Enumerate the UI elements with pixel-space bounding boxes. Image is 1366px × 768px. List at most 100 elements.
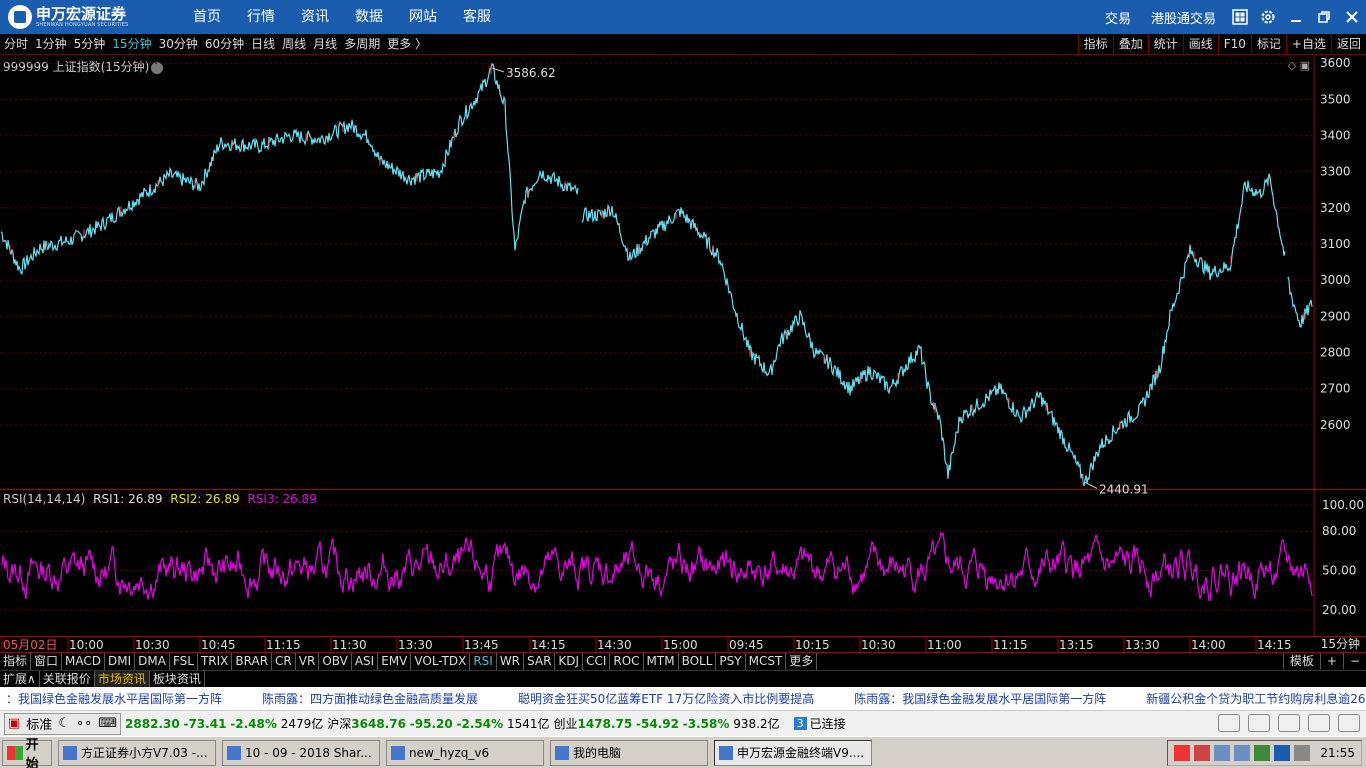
news-item[interactable]: 陈雨露：四方面推动绿色金融高质量发展	[256, 690, 512, 707]
bottom-tab[interactable]: 板块资讯	[150, 671, 205, 687]
task-app-icon	[391, 745, 405, 760]
price-tick-label: 2900	[1320, 309, 1351, 323]
indicator-control-button[interactable]: −	[1342, 653, 1366, 669]
indicator-tab[interactable]: 更多	[786, 653, 818, 670]
moon-icon[interactable]: ☾	[55, 716, 73, 731]
news-item[interactable]: ：我国绿色金融发展水平居国际第一方阵	[0, 690, 256, 707]
time-axis-period: 15分钟	[1320, 637, 1360, 651]
rsi-name: RSI(14,14,14)	[3, 492, 86, 506]
indicator-control-button[interactable]: +	[1319, 653, 1343, 669]
indicator-tab-controls: 模板 + −	[1282, 653, 1366, 669]
volume-icon[interactable]	[1294, 745, 1311, 761]
rsi3-value: RSI3: 26.89	[247, 492, 317, 506]
bottom-tab[interactable]: 扩展∧	[0, 671, 40, 687]
keyboard-icon[interactable]: ⌨	[95, 716, 120, 731]
task-label: 方正证券小方V7.03 -...	[81, 746, 208, 760]
cy-index-value: 1478.75	[577, 717, 633, 731]
indicator-tab[interactable]: EMV	[378, 653, 412, 670]
hs-index[interactable]: 沪深3648.76 -95.20 -2.54% 1541亿	[327, 715, 549, 732]
task-label: 10 - 09 - 2018 Shar...	[245, 745, 372, 760]
indicator-tab[interactable]: MACD	[62, 653, 106, 670]
broadcast-icon[interactable]	[1308, 714, 1330, 732]
windows-flag-icon	[7, 745, 23, 760]
rsi-tick-label: 80.00	[1322, 524, 1356, 538]
hs-index-amount: 1541亿	[506, 717, 550, 731]
tray-update-icon[interactable]	[1254, 745, 1271, 761]
taskbar-task[interactable]: 我的电脑	[550, 739, 708, 766]
rsi-line	[0, 531, 1313, 602]
system-tray: 21:55	[1167, 740, 1362, 766]
service-icon[interactable]	[1278, 714, 1300, 732]
speaker-icon[interactable]	[1218, 714, 1240, 732]
cy-index-pct: -3.58%	[682, 717, 730, 731]
indicator-tab[interactable]: CCI	[583, 653, 611, 670]
sh-index[interactable]: 2882.30 -73.41 -2.48% 2479亿	[125, 715, 323, 732]
cy-index[interactable]: 创业1478.75 -54.92 -3.58% 938.2亿	[554, 715, 780, 732]
indicator-tab[interactable]: VOL-TDX	[411, 653, 471, 670]
low-price-label: 2440.91	[1099, 482, 1149, 496]
price-tick-label: 3200	[1320, 201, 1351, 215]
indicator-tab[interactable]: MCST	[746, 653, 787, 670]
bluetooth-icon[interactable]	[1274, 745, 1291, 761]
indicator-tab[interactable]: 窗口	[31, 653, 63, 670]
hs-index-label: 沪深	[327, 717, 352, 731]
indicator-tab[interactable]: PSY	[716, 653, 746, 670]
bottom-tabs: 扩展∧ 关联报价 市场资讯 板块资讯	[0, 670, 1366, 687]
indicator-tab[interactable]: FSL	[170, 653, 198, 670]
keyboard-icon[interactable]	[1248, 714, 1270, 732]
sh-index-pct: -2.48%	[230, 717, 277, 731]
taskbar-task[interactable]: new_hyzq_v6	[386, 739, 544, 766]
indicator-tab[interactable]: ROC	[610, 653, 644, 670]
task-label: 申万宏源金融终端V9....	[737, 746, 865, 760]
indicator-tab[interactable]: VR	[296, 653, 320, 670]
indicator-tab[interactable]: KDJ	[555, 653, 584, 670]
task-list: 方正证券小方V7.03 -... 10 - 09 - 2018 Shar... ne…	[52, 739, 872, 766]
rsi1-value: RSI1: 26.89	[93, 492, 163, 506]
indicator-tab[interactable]: CR	[272, 653, 296, 670]
sh-index-change: -73.41	[183, 717, 227, 731]
tray-network-icon[interactable]	[1214, 745, 1231, 761]
indicator-tab[interactable]: SAR	[524, 653, 556, 670]
indicator-tab[interactable]: BRAR	[232, 653, 273, 670]
news-item[interactable]: 新疆公积金个贷为职工节约购房利息逾26亿	[1140, 690, 1366, 707]
indicator-tab[interactable]: MTM	[644, 653, 679, 670]
mode-switcher[interactable]: ▣ 标准 ☾ ∘∘ ⌨	[4, 712, 122, 735]
taskbar-task[interactable]: 申万宏源金融终端V9....	[714, 739, 872, 766]
cy-index-amount: 938.2亿	[733, 717, 780, 731]
indicator-tab[interactable]: WR	[497, 653, 525, 670]
indicator-tab[interactable]: DMI	[105, 653, 136, 670]
tray-app-icon[interactable]	[1174, 745, 1191, 761]
indicator-tab[interactable]: ASI	[352, 653, 379, 670]
indicator-tab[interactable]: TRIX	[198, 653, 233, 670]
price-tick-label: 3400	[1320, 129, 1351, 143]
rsi2-value: RSI2: 26.89	[170, 492, 240, 506]
task-label: new_hyzq_v6	[409, 745, 490, 760]
dots-icon[interactable]: ∘∘	[73, 716, 95, 731]
indicator-tab[interactable]: BOLL	[679, 653, 717, 670]
tray-security-icon[interactable]	[1234, 745, 1251, 761]
taskbar-task[interactable]: 10 - 09 - 2018 Shar...	[222, 739, 380, 766]
mode-icon: ▣	[8, 716, 21, 731]
bottom-tab[interactable]: 关联报价	[40, 671, 95, 687]
indicator-tab[interactable]: OBV	[319, 653, 352, 670]
indicator-tab[interactable]: DMA	[135, 653, 170, 670]
hs-index-pct: -2.54%	[456, 717, 504, 731]
hs-index-value: 3648.76	[351, 717, 406, 731]
connection-status[interactable]: 3 已连接	[793, 715, 846, 732]
price-tick-label: 3500	[1320, 92, 1351, 106]
clock: 21:55	[1320, 746, 1355, 760]
indicator-tab[interactable]: 指标	[0, 653, 32, 670]
bell-icon[interactable]	[1338, 714, 1360, 732]
task-app-icon	[227, 745, 241, 760]
indicator-control-button[interactable]: 模板	[1282, 653, 1320, 669]
price-tick-label: 3000	[1320, 273, 1351, 287]
news-item[interactable]: 聪明资金狂买50亿蓝筹ETF 17万亿险资入市比例要提高	[512, 690, 848, 707]
start-button[interactable]: 开始	[2, 738, 52, 768]
news-item[interactable]: 陈雨露：我国绿色金融发展水平居国际第一方阵	[848, 690, 1140, 707]
app-window: 申万宏源证券 SHENWAN HONGYUAN SECURITIES 首页 行情资…	[0, 0, 1366, 768]
indicator-tab[interactable]: RSI	[470, 653, 497, 670]
taskbar-task[interactable]: 方正证券小方V7.03 -...	[58, 739, 216, 766]
tray-flag-icon[interactable]	[1194, 745, 1211, 761]
bottom-tab[interactable]: 市场资讯	[94, 671, 150, 687]
price-tick-label: 2800	[1320, 346, 1351, 360]
